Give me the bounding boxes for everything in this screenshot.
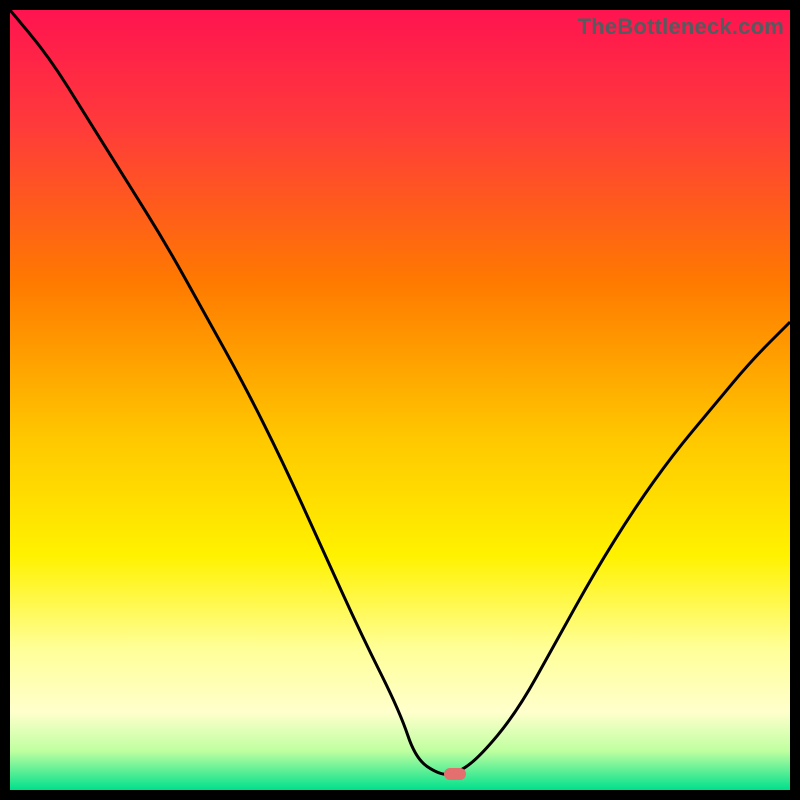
minimum-marker: [444, 768, 466, 780]
curve-path: [10, 10, 790, 774]
chart-plot-area: TheBottleneck.com: [10, 10, 790, 790]
bottleneck-curve: [10, 10, 790, 790]
chart-frame: TheBottleneck.com: [0, 0, 800, 800]
